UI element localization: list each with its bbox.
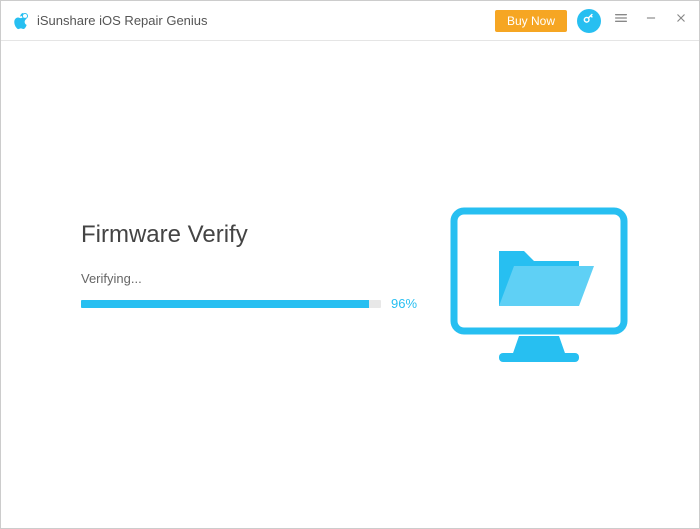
status-text: Verifying...: [81, 271, 439, 286]
close-icon: [674, 11, 688, 30]
progress-wrap: 96%: [81, 296, 439, 311]
progress-bar: [81, 300, 381, 308]
titlebar: iSunshare iOS Repair Genius Buy Now: [1, 1, 699, 41]
monitor-folder-icon: [444, 201, 634, 376]
app-title: iSunshare iOS Repair Genius: [37, 13, 208, 28]
close-button[interactable]: [671, 11, 691, 31]
minimize-button[interactable]: [641, 11, 661, 31]
buy-now-button[interactable]: Buy Now: [495, 10, 567, 32]
progress-fill: [81, 300, 369, 308]
hamburger-icon: [613, 10, 629, 31]
key-icon: [582, 11, 596, 30]
titlebar-right: Buy Now: [495, 9, 691, 33]
progress-percent-label: 96%: [391, 296, 417, 311]
content-area: Firmware Verify Verifying... 96%: [1, 41, 699, 376]
apple-tool-icon: [9, 10, 31, 32]
minimize-icon: [644, 11, 658, 30]
illustration-section: [439, 201, 639, 376]
logo-wrap: iSunshare iOS Repair Genius: [9, 10, 208, 32]
progress-section: Firmware Verify Verifying... 96%: [81, 201, 439, 311]
menu-button[interactable]: [611, 11, 631, 31]
register-key-button[interactable]: [577, 9, 601, 33]
page-title: Firmware Verify: [81, 221, 439, 249]
